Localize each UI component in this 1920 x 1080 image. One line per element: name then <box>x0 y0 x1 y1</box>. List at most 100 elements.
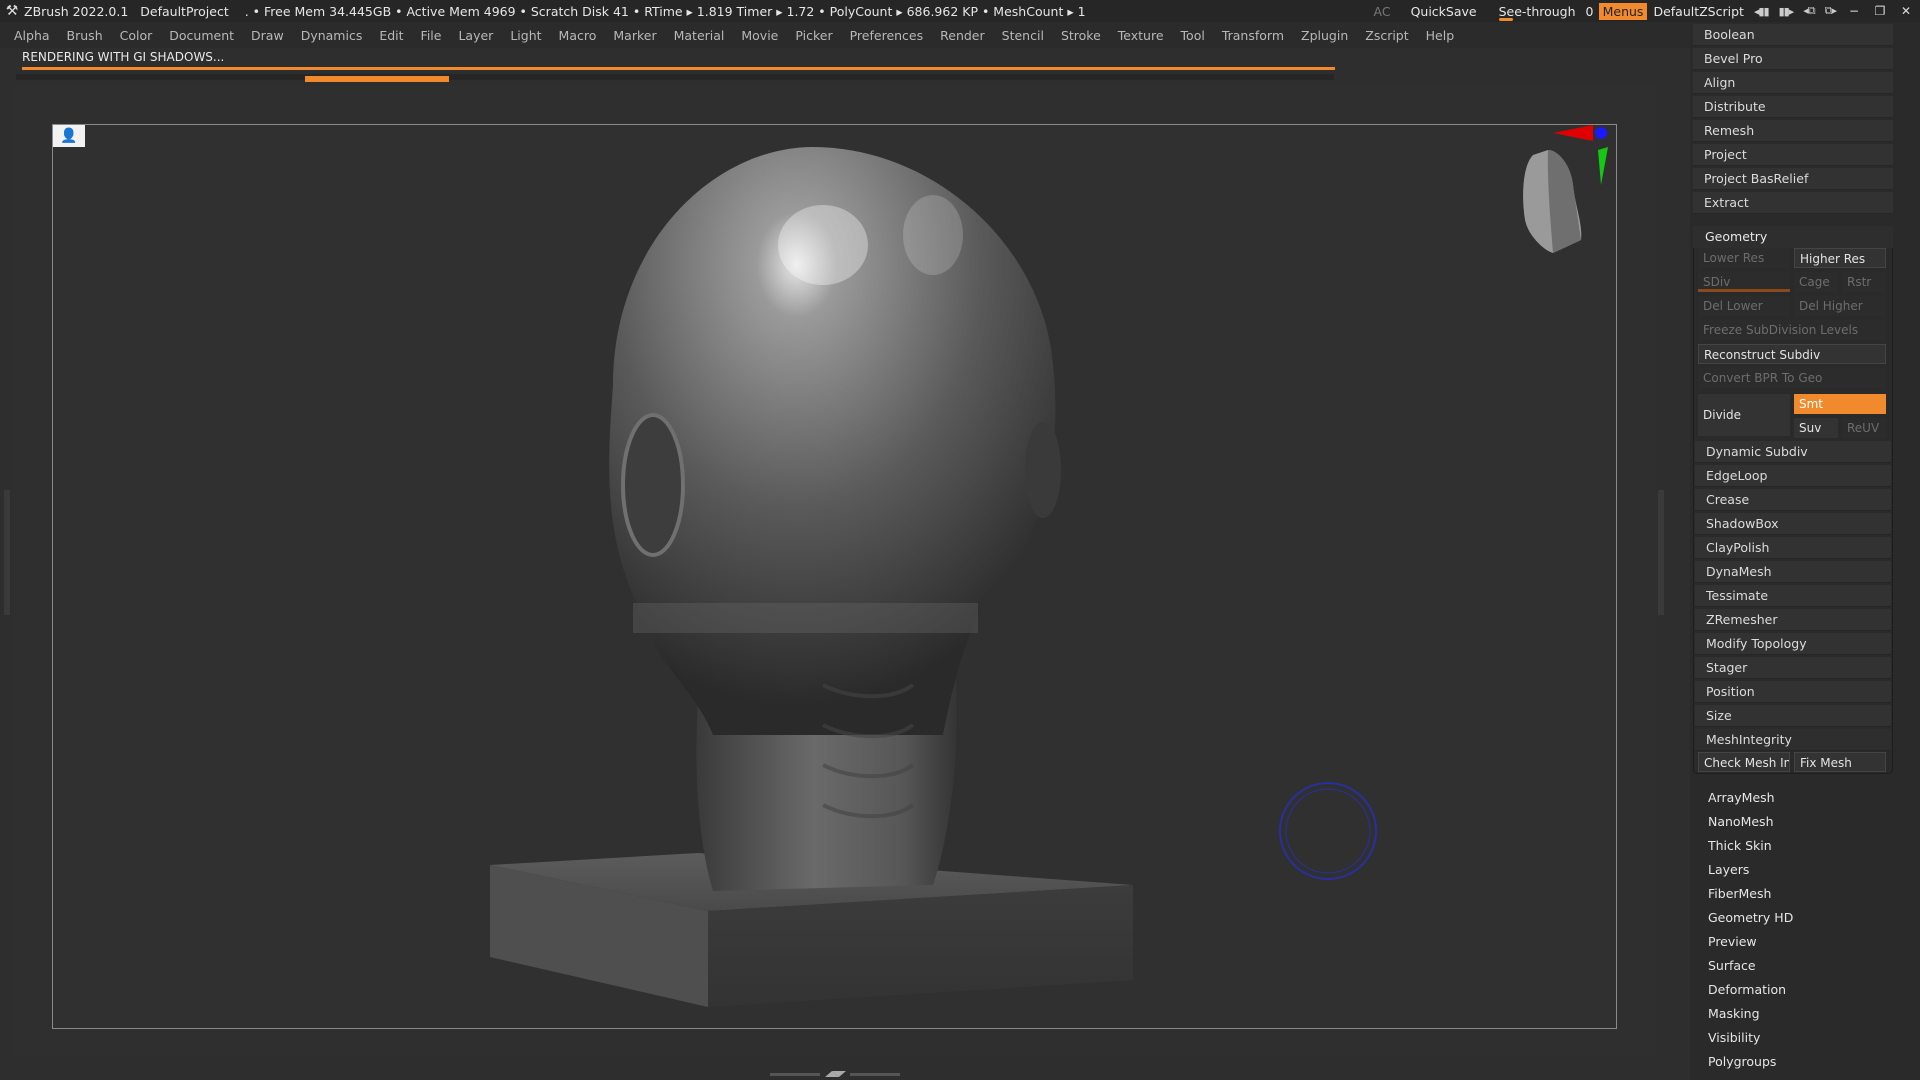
menu-dynamics[interactable]: Dynamics <box>301 28 363 43</box>
close-icon[interactable]: ✕ <box>1898 4 1914 18</box>
see-through-slider[interactable]: See-through 0 <box>1498 4 1593 21</box>
geometry-header[interactable]: Geometry <box>1693 226 1893 248</box>
render-progress-bar <box>22 67 1335 70</box>
default-zscript-button[interactable]: DefaultZScript <box>1653 4 1744 19</box>
layout-b-icon[interactable]: ▮▮▸ <box>1779 5 1795 18</box>
subpalette-project[interactable]: Project <box>1693 144 1893 166</box>
menu-stencil[interactable]: Stencil <box>1002 28 1044 43</box>
higher-res-button[interactable]: Higher Res <box>1794 248 1886 268</box>
menu-light[interactable]: Light <box>510 28 541 43</box>
ac-toggle[interactable]: AC <box>1374 4 1391 19</box>
geometry-dynamesh[interactable]: DynaMesh <box>1695 561 1891 583</box>
render-status: RENDERING WITH GI SHADOWS... <box>22 50 225 64</box>
subpalette-surface[interactable]: Surface <box>1708 958 1756 973</box>
subpalette-layers[interactable]: Layers <box>1708 862 1749 877</box>
geometry-zremesher[interactable]: ZRemesher <box>1695 609 1891 631</box>
subpalette-extract[interactable]: Extract <box>1693 192 1893 214</box>
geometry-tessimate[interactable]: Tessimate <box>1695 585 1891 607</box>
minimize-icon[interactable]: − <box>1846 4 1862 18</box>
menu-transform[interactable]: Transform <box>1222 28 1284 43</box>
document-viewport[interactable] <box>52 124 1617 1029</box>
geometry-edgeloop[interactable]: EdgeLoop <box>1695 465 1891 487</box>
menu-zscript[interactable]: Zscript <box>1365 28 1408 43</box>
titlebar-controls: AC QuickSave See-through 0 Menus Default… <box>1364 0 1920 22</box>
menu-layer[interactable]: Layer <box>458 28 493 43</box>
subpalette-nanomesh[interactable]: NanoMesh <box>1708 814 1774 829</box>
menu-draw[interactable]: Draw <box>251 28 284 43</box>
freeze-subdivision-button[interactable]: Freeze SubDivision Levels <box>1698 320 1886 340</box>
menu-alpha[interactable]: Alpha <box>14 28 50 43</box>
subpalette-arraymesh[interactable]: ArrayMesh <box>1708 790 1775 805</box>
convert-bpr-button[interactable]: Convert BPR To Geo <box>1698 368 1886 388</box>
sdiv-slider[interactable]: SDiv <box>1698 272 1790 292</box>
subpalette-geometry-hd[interactable]: Geometry HD <box>1708 910 1793 925</box>
subpalette-distribute[interactable]: Distribute <box>1693 96 1893 118</box>
geometry-modify-topology[interactable]: Modify Topology <box>1695 633 1891 655</box>
subpalette-boolean[interactable]: Boolean <box>1693 24 1893 46</box>
menu-zplugin[interactable]: Zplugin <box>1301 28 1348 43</box>
menu-preferences[interactable]: Preferences <box>850 28 924 43</box>
menu-help[interactable]: Help <box>1426 28 1455 43</box>
app-title: ZBrush 2022.0.1 <box>24 3 129 19</box>
menu-document[interactable]: Document <box>169 28 234 43</box>
subpalette-project-basrelief[interactable]: Project BasRelief <box>1693 168 1893 190</box>
mesh-integrity-header[interactable]: MeshIntegrity <box>1695 729 1891 751</box>
bottom-tray-handle[interactable] <box>770 1070 900 1078</box>
menu-picker[interactable]: Picker <box>795 28 832 43</box>
subpalette-preview[interactable]: Preview <box>1708 934 1757 949</box>
del-higher-button[interactable]: Del Higher <box>1794 296 1886 316</box>
layout-a-icon[interactable]: ◂▮▮ <box>1754 5 1770 18</box>
subpalette-remesh[interactable]: Remesh <box>1693 120 1893 142</box>
menu-movie[interactable]: Movie <box>741 28 778 43</box>
suv-toggle[interactable]: Suv <box>1794 418 1838 438</box>
del-lower-button[interactable]: Del Lower <box>1698 296 1790 316</box>
persp-person-icon[interactable]: 👤 <box>53 125 85 147</box>
divide-button[interactable]: Divide <box>1698 394 1790 436</box>
menu-render[interactable]: Render <box>940 28 985 43</box>
swap-icon[interactable]: ◂⧉ <box>1803 4 1815 18</box>
rstr-button[interactable]: Rstr <box>1842 272 1886 292</box>
menu-color[interactable]: Color <box>120 28 153 43</box>
geometry-dynamic-subdiv[interactable]: Dynamic Subdiv <box>1695 441 1891 463</box>
quicksave-button[interactable]: QuickSave <box>1411 4 1477 19</box>
subpalette-fibermesh[interactable]: FiberMesh <box>1708 886 1771 901</box>
menu-marker[interactable]: Marker <box>613 28 656 43</box>
subpalette-deformation[interactable]: Deformation <box>1708 982 1786 997</box>
menu-stroke[interactable]: Stroke <box>1061 28 1101 43</box>
menu-texture[interactable]: Texture <box>1118 28 1164 43</box>
left-tray-handle[interactable] <box>4 490 10 615</box>
subpalette-bevel-pro[interactable]: Bevel Pro <box>1693 48 1893 70</box>
subpalette-visibility[interactable]: Visibility <box>1708 1030 1760 1045</box>
menu-file[interactable]: File <box>421 28 442 43</box>
reconstruct-subdiv-button[interactable]: Reconstruct Subdiv <box>1698 344 1886 364</box>
reuv-toggle[interactable]: ReUV <box>1842 418 1886 438</box>
menu-tool[interactable]: Tool <box>1181 28 1205 43</box>
restore-icon[interactable]: ❐ <box>1872 4 1888 18</box>
project-name[interactable]: DefaultProject <box>140 4 228 19</box>
lower-res-button[interactable]: Lower Res <box>1698 248 1790 268</box>
layout-c-icon[interactable]: ⧉▸ <box>1825 4 1837 18</box>
right-tray-handle[interactable] <box>1658 490 1664 615</box>
check-mesh-integrity-button[interactable]: Check Mesh Inte <box>1698 752 1790 772</box>
title-bar: ⚒ ZBrush 2022.0.1 DefaultProject . • Fre… <box>0 0 1920 22</box>
geometry-crease[interactable]: Crease <box>1695 489 1891 511</box>
menus-button[interactable]: Menus <box>1598 2 1648 20</box>
geometry-position[interactable]: Position <box>1695 681 1891 703</box>
fix-mesh-button[interactable]: Fix Mesh <box>1794 752 1886 772</box>
menu-edit[interactable]: Edit <box>379 28 403 43</box>
cage-button[interactable]: Cage <box>1794 272 1838 292</box>
subpalette-masking[interactable]: Masking <box>1708 1006 1760 1021</box>
menu-macro[interactable]: Macro <box>559 28 597 43</box>
smt-toggle[interactable]: Smt <box>1794 394 1886 414</box>
subpalette-polygroups[interactable]: Polygroups <box>1708 1054 1776 1069</box>
geometry-shadowbox[interactable]: ShadowBox <box>1695 513 1891 535</box>
geometry-stager[interactable]: Stager <box>1695 657 1891 679</box>
subpalette-thick-skin[interactable]: Thick Skin <box>1708 838 1772 853</box>
geometry-size[interactable]: Size <box>1695 705 1891 727</box>
menu-brush[interactable]: Brush <box>67 28 103 43</box>
clip-band <box>633 603 978 633</box>
brush-cursor <box>1279 782 1377 880</box>
subpalette-align[interactable]: Align <box>1693 72 1893 94</box>
geometry-claypolish[interactable]: ClayPolish <box>1695 537 1891 559</box>
menu-material[interactable]: Material <box>674 28 725 43</box>
